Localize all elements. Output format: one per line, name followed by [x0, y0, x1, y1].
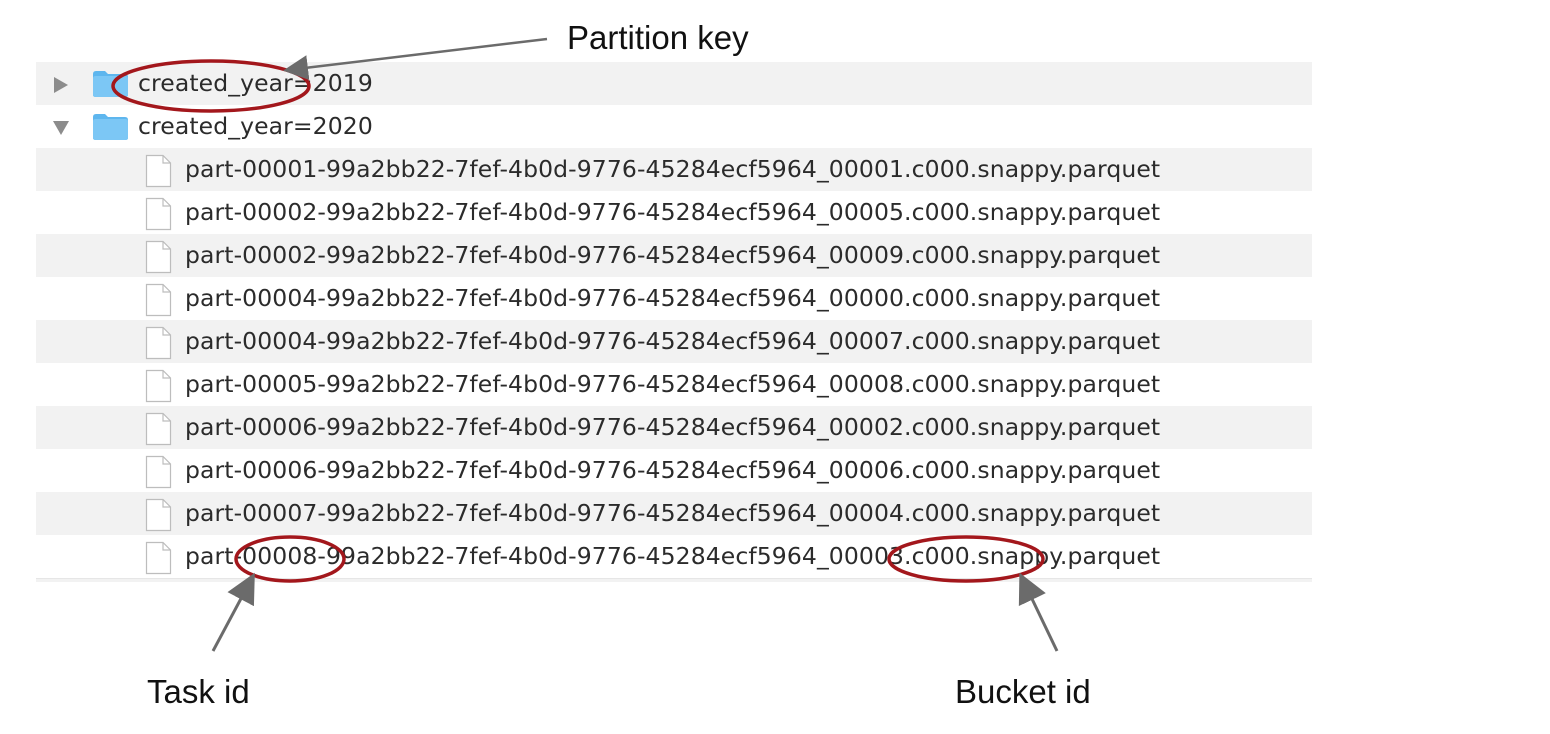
document-icon [145, 154, 172, 188]
file-name: part-00006-99a2bb22-7fef-4b0d-9776-45284… [185, 413, 1161, 441]
file-name: part-00005-99a2bb22-7fef-4b0d-9776-45284… [185, 370, 1161, 398]
file-row[interactable]: part-00001-99a2bb22-7fef-4b0d-9776-45284… [36, 148, 1312, 191]
document-icon [145, 326, 172, 360]
file-name: part-00006-99a2bb22-7fef-4b0d-9776-45284… [185, 456, 1161, 484]
folder-row-created-year-2020[interactable]: created_year=2020 [36, 105, 1312, 148]
list-bottom-border [36, 578, 1312, 582]
bucket-id-arrow [1018, 572, 1059, 652]
file-row[interactable]: part-00004-99a2bb22-7fef-4b0d-9776-45284… [36, 320, 1312, 363]
file-name: part-00008-99a2bb22-7fef-4b0d-9776-45284… [185, 542, 1161, 570]
task-id-arrow [211, 572, 255, 652]
file-name: part-00007-99a2bb22-7fef-4b0d-9776-45284… [185, 499, 1161, 527]
document-icon [145, 455, 172, 489]
file-name: part-00001-99a2bb22-7fef-4b0d-9776-45284… [185, 155, 1161, 183]
disclosure-triangle-down-icon[interactable] [52, 119, 70, 137]
document-icon [145, 197, 172, 231]
folder-name: created_year=2020 [138, 112, 373, 140]
folder-icon [93, 114, 128, 140]
document-icon [145, 240, 172, 274]
file-row[interactable]: part-00006-99a2bb22-7fef-4b0d-9776-45284… [36, 449, 1312, 492]
disclosure-triangle-right-icon[interactable] [52, 76, 70, 94]
document-icon [145, 412, 172, 446]
file-row[interactable]: part-00005-99a2bb22-7fef-4b0d-9776-45284… [36, 363, 1312, 406]
document-icon [145, 283, 172, 317]
file-name: part-00002-99a2bb22-7fef-4b0d-9776-45284… [185, 198, 1161, 226]
task-id-callout: Task id [147, 673, 250, 710]
document-icon [145, 369, 172, 403]
document-icon [145, 541, 172, 575]
partition-key-callout: Partition key [567, 19, 749, 56]
file-row[interactable]: part-00002-99a2bb22-7fef-4b0d-9776-45284… [36, 191, 1312, 234]
file-row[interactable]: part-00002-99a2bb22-7fef-4b0d-9776-45284… [36, 234, 1312, 277]
file-name: part-00002-99a2bb22-7fef-4b0d-9776-45284… [185, 241, 1161, 269]
file-row[interactable]: part-00008-99a2bb22-7fef-4b0d-9776-45284… [36, 535, 1312, 578]
file-row[interactable]: part-00007-99a2bb22-7fef-4b0d-9776-45284… [36, 492, 1312, 535]
document-icon [145, 498, 172, 532]
file-name: part-00004-99a2bb22-7fef-4b0d-9776-45284… [185, 284, 1161, 312]
folder-name: created_year=2019 [138, 69, 373, 97]
file-list: created_year=2019 created_year=2020 part… [36, 62, 1312, 582]
file-row[interactable]: part-00006-99a2bb22-7fef-4b0d-9776-45284… [36, 406, 1312, 449]
folder-row-created-year-2019[interactable]: created_year=2019 [36, 62, 1312, 105]
bucket-id-callout: Bucket id [955, 673, 1091, 710]
file-row[interactable]: part-00004-99a2bb22-7fef-4b0d-9776-45284… [36, 277, 1312, 320]
folder-icon [93, 71, 128, 97]
file-name: part-00004-99a2bb22-7fef-4b0d-9776-45284… [185, 327, 1161, 355]
